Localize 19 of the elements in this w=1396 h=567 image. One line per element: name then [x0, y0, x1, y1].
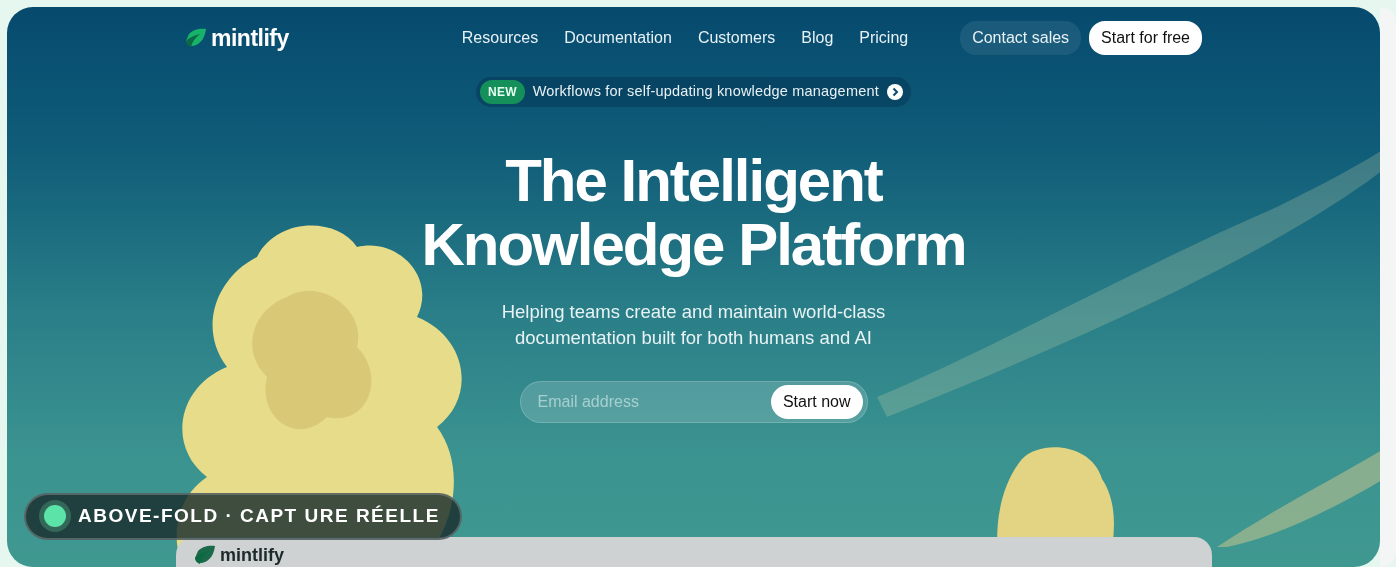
nav-link[interactable]: Customers	[684, 26, 789, 50]
hero-subtitle: Helping teams create and maintain world-class documentation built for both humans and AI	[501, 300, 886, 350]
email-signup-field[interactable]: Email address Start now	[519, 381, 868, 423]
nav-link[interactable]: Documentation	[551, 26, 685, 50]
leaf-logo-icon	[185, 28, 207, 48]
leaf-logo-icon	[194, 545, 216, 565]
logo-wordmark[interactable]: mintlify	[211, 20, 289, 56]
nav-link[interactable]: Pricing	[846, 26, 922, 50]
arrow-circle-icon	[886, 84, 903, 100]
contact-sales-button[interactable]: Contact sales	[960, 21, 1082, 55]
nav-link[interactable]: Blog	[788, 26, 847, 50]
start-now-button[interactable]: Start now	[770, 385, 863, 419]
capture-label-text: ABOVE-FOLD · CAPT URE RÉELLE	[78, 504, 440, 528]
hero-title: The Intelligent Knowledge Platform	[421, 149, 966, 277]
preview-logo-wordmark: mintlify	[220, 545, 284, 565]
new-badge: NEW	[480, 80, 525, 104]
start-free-button[interactable]: Start for free	[1089, 21, 1202, 55]
nav-link[interactable]: Resources	[448, 26, 552, 50]
announcement-link[interactable]: Workflows for self-updating knowledge management	[532, 81, 879, 103]
